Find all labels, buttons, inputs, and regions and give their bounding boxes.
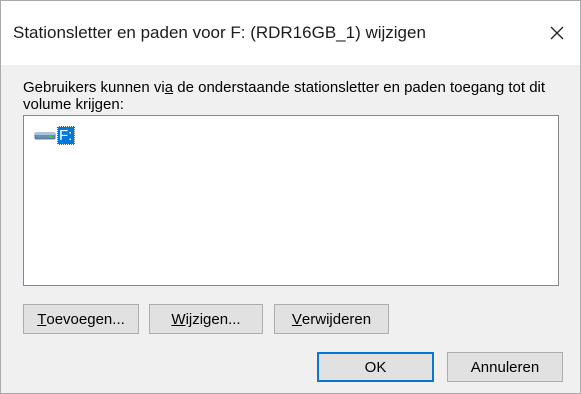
drive-paths-list[interactable]: F: — [23, 115, 559, 286]
list-item-label: F: — [57, 125, 76, 145]
title-bar: Stationsletter en paden voor F: (RDR16GB… — [1, 1, 580, 65]
change-button[interactable]: Wijzigen... — [149, 304, 263, 334]
close-button[interactable] — [534, 1, 580, 65]
remove-button-label: erwijderen — [301, 310, 372, 328]
add-button[interactable]: Toevoegen... — [23, 304, 139, 334]
description-mnemonic: a — [164, 79, 174, 96]
ok-button[interactable]: OK — [317, 352, 434, 382]
add-button-label: oevoegen... — [46, 310, 125, 328]
change-button-mnemonic: W — [171, 310, 186, 328]
cancel-button[interactable]: Annuleren — [447, 352, 563, 382]
drive-letter-dialog: Stationsletter en paden voor F: (RDR16GB… — [0, 0, 581, 394]
drive-icon — [34, 132, 56, 140]
description-text: Gebruikers kunnen via de onderstaande st… — [23, 79, 563, 113]
remove-button[interactable]: Verwijderen — [274, 304, 389, 334]
window-title: Stationsletter en paden voor F: (RDR16GB… — [13, 23, 426, 42]
add-button-mnemonic: T — [37, 310, 47, 328]
close-icon — [550, 26, 564, 40]
description-part: Gebruikers kunnen vi — [23, 79, 165, 96]
remove-button-mnemonic: V — [291, 310, 302, 328]
change-button-label: ijzigen... — [185, 310, 241, 328]
list-item[interactable]: F: — [34, 125, 76, 145]
